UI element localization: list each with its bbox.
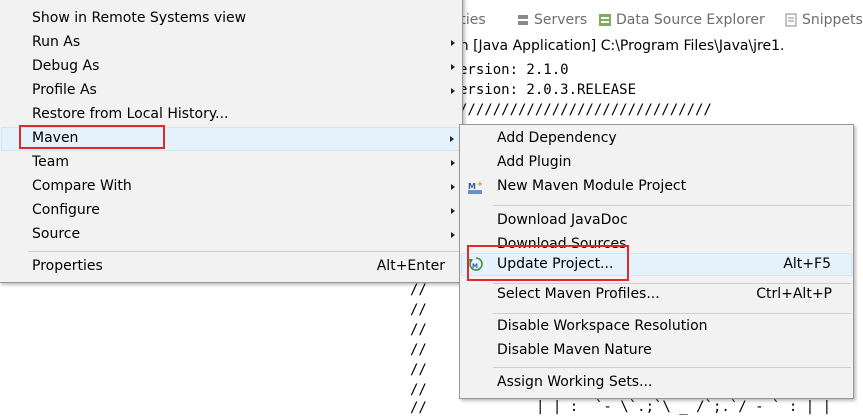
menu-item-new-maven-module[interactable]: M + New Maven Module Project bbox=[461, 175, 852, 199]
menu-item-accelerator: Ctrl+Alt+P bbox=[756, 286, 832, 302]
menu-item-label: Restore from Local History... bbox=[32, 106, 229, 122]
console-ascii-line: // bbox=[410, 322, 427, 338]
menu-item-label: Properties bbox=[32, 258, 103, 274]
menu-item-disable-workspace-resolution[interactable]: Disable Workspace Resolution bbox=[461, 315, 852, 339]
submenu-arrow-icon bbox=[451, 40, 455, 46]
menu-item-label: Configure bbox=[32, 202, 100, 218]
menu-item-label: Add Dependency bbox=[497, 130, 617, 146]
menu-item-show-in-remote-systems[interactable]: Show in Remote Systems view bbox=[1, 7, 461, 31]
tab-data-source-explorer[interactable]: Data Source Explorer bbox=[598, 12, 765, 28]
menu-item-label: New Maven Module Project bbox=[497, 178, 687, 194]
menu-item-label: Compare With bbox=[32, 178, 132, 194]
submenu-arrow-icon bbox=[451, 208, 455, 214]
tab-servers[interactable]: Servers bbox=[516, 12, 587, 28]
menu-item-configure[interactable]: Configure bbox=[1, 199, 461, 223]
menu-item-add-dependency[interactable]: Add Dependency bbox=[461, 127, 852, 151]
tab-data-source-label: Data Source Explorer bbox=[616, 12, 765, 28]
menu-item-label: Disable Workspace Resolution bbox=[497, 318, 708, 334]
menu-separator bbox=[493, 367, 851, 368]
console-ascii-line: // bbox=[410, 342, 427, 358]
svg-text:M: M bbox=[468, 182, 476, 191]
servers-icon bbox=[518, 15, 528, 25]
menu-item-source[interactable]: Source bbox=[1, 223, 461, 247]
console-process-title: pplication [Java Application] C:\Program… bbox=[400, 38, 785, 54]
annotation-box-maven bbox=[19, 125, 165, 149]
menu-item-label: Add Plugin bbox=[497, 154, 572, 170]
menu-item-select-maven-profiles[interactable]: Select Maven Profiles... Ctrl+Alt+P bbox=[461, 283, 852, 307]
menu-item-label: Debug As bbox=[32, 58, 100, 74]
menu-item-label: Profile As bbox=[32, 82, 97, 98]
menu-item-label: Run As bbox=[32, 34, 81, 50]
menu-item-assign-working-sets[interactable]: Assign Working Sets... bbox=[461, 371, 852, 395]
menu-separator bbox=[493, 313, 851, 314]
menu-item-properties[interactable]: Properties Alt+Enter bbox=[1, 255, 461, 279]
menu-item-label: Download JavaDoc bbox=[497, 212, 628, 228]
console-ascii-art: | | : `- \`.;`\ _ /`;.`/ - ` : | | bbox=[536, 399, 832, 415]
menu-item-label: Assign Working Sets... bbox=[497, 374, 653, 390]
menu-item-run-as[interactable]: Run As bbox=[1, 31, 461, 55]
menu-separator bbox=[28, 251, 460, 252]
submenu-arrow-icon bbox=[451, 160, 455, 166]
console-ascii-line: // bbox=[410, 282, 427, 298]
tab-snippets-label: Snippets bbox=[802, 12, 863, 28]
tab-snippets[interactable]: Snippets bbox=[784, 12, 863, 28]
menu-item-compare-with[interactable]: Compare With bbox=[1, 175, 461, 199]
maven-module-icon: M + bbox=[468, 180, 483, 194]
menu-item-download-javadoc[interactable]: Download JavaDoc bbox=[461, 209, 852, 233]
annotation-box-update-project bbox=[467, 245, 629, 281]
menu-item-accelerator: Alt+F5 bbox=[783, 256, 831, 272]
menu-item-debug-as[interactable]: Debug As bbox=[1, 55, 461, 79]
console-ascii-line: // bbox=[410, 302, 427, 318]
tab-servers-label: Servers bbox=[534, 12, 588, 28]
submenu-arrow-icon bbox=[451, 64, 455, 70]
menu-item-label: Source bbox=[32, 226, 81, 242]
menu-separator bbox=[493, 205, 851, 206]
submenu-arrow-icon bbox=[450, 136, 454, 142]
submenu-arrow-icon bbox=[451, 232, 455, 238]
data-source-icon bbox=[599, 14, 611, 26]
console-ascii-line: // bbox=[410, 400, 427, 416]
snippets-icon bbox=[785, 13, 797, 27]
console-ascii-line: // bbox=[410, 382, 427, 398]
menu-item-label: Select Maven Profiles... bbox=[497, 286, 660, 302]
menu-item-disable-maven-nature[interactable]: Disable Maven Nature bbox=[461, 339, 852, 363]
menu-item-profile-as[interactable]: Profile As bbox=[1, 79, 461, 103]
menu-item-accelerator: Alt+Enter bbox=[376, 258, 445, 274]
svg-text:+: + bbox=[477, 180, 483, 188]
menu-item-label: Team bbox=[32, 154, 70, 170]
submenu-arrow-icon bbox=[451, 184, 455, 190]
menu-item-team[interactable]: Team bbox=[1, 151, 461, 175]
console-ascii-line: // bbox=[410, 362, 427, 378]
menu-item-restore-local-history[interactable]: Restore from Local History... bbox=[1, 103, 461, 127]
view-tab-bar: erties Servers Data Source Explorer Snip… bbox=[400, 8, 863, 34]
submenu-arrow-icon bbox=[451, 88, 455, 94]
menu-item-add-plugin[interactable]: Add Plugin bbox=[461, 151, 852, 175]
menu-item-label: Disable Maven Nature bbox=[497, 342, 652, 358]
menu-item-label: Show in Remote Systems view bbox=[32, 10, 247, 26]
